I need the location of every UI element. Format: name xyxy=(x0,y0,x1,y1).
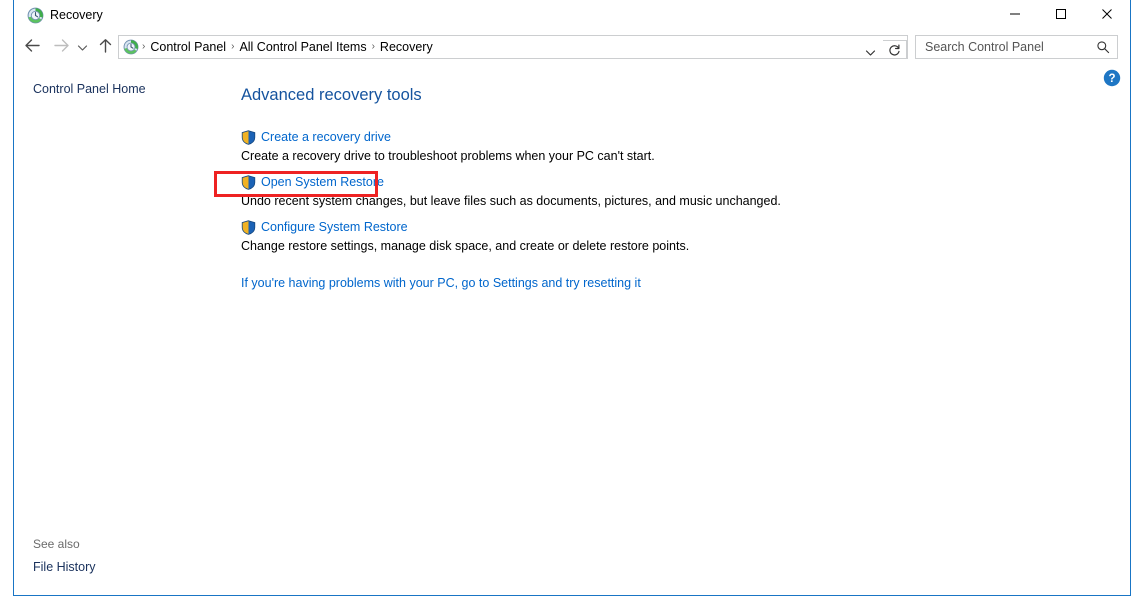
minimize-button[interactable] xyxy=(992,0,1038,31)
refresh-button[interactable] xyxy=(883,40,907,58)
link-configure-system-restore[interactable]: Configure System Restore xyxy=(261,220,408,234)
recovery-tool-configure-system-restore: Configure System Restore Change restore … xyxy=(241,218,689,253)
recovery-tool-open-system-restore: Open System Restore Undo recent system c… xyxy=(241,173,781,208)
content-area: Control Panel Home See also File History… xyxy=(14,64,1130,595)
uac-shield-icon xyxy=(241,219,256,235)
link-create-a-recovery-drive[interactable]: Create a recovery drive xyxy=(261,130,391,144)
breadcrumb-all-control-panel-items[interactable]: All Control Panel Items xyxy=(235,36,370,58)
back-button[interactable] xyxy=(20,35,44,59)
tool-description: Undo recent system changes, but leave fi… xyxy=(241,194,781,208)
tool-description: Create a recovery drive to troubleshoot … xyxy=(241,149,655,163)
uac-shield-icon xyxy=(241,129,256,145)
see-also-heading: See also xyxy=(33,537,80,551)
tool-description: Change restore settings, manage disk spa… xyxy=(241,239,690,253)
breadcrumb-recovery[interactable]: Recovery xyxy=(376,36,437,58)
sidebar-item-file-history[interactable]: File History xyxy=(33,560,96,574)
link-reset-pc-settings[interactable]: If you're having problems with your PC, … xyxy=(241,276,641,290)
search-icon[interactable] xyxy=(1096,40,1110,54)
up-button[interactable] xyxy=(93,35,117,59)
close-icon xyxy=(1101,8,1113,23)
chevron-down-icon xyxy=(865,45,876,59)
page-title: Advanced recovery tools xyxy=(241,86,422,104)
main-panel: ? Advanced recovery tools Create a recov… xyxy=(227,64,1130,595)
close-button[interactable] xyxy=(1084,0,1130,31)
breadcrumb-control-panel[interactable]: Control Panel xyxy=(146,36,230,58)
window-controls xyxy=(992,0,1130,31)
forward-arrow-icon xyxy=(53,38,70,56)
recent-locations-chevron-icon xyxy=(77,40,88,55)
search-box[interactable] xyxy=(915,35,1118,59)
recovery-tool-create-drive: Create a recovery drive Create a recover… xyxy=(241,128,655,163)
tool-link-row[interactable]: Configure System Restore xyxy=(241,218,689,236)
uac-shield-icon xyxy=(241,174,256,190)
address-dropdown-button[interactable] xyxy=(859,40,881,59)
sidebar-item-control-panel-home[interactable]: Control Panel Home xyxy=(33,82,146,96)
maximize-button[interactable] xyxy=(1038,0,1084,31)
address-bar[interactable]: › Control Panel › All Control Panel Item… xyxy=(118,35,908,59)
recovery-window: Recovery › Control Panel › All Control P… xyxy=(13,0,1131,596)
link-open-system-restore[interactable]: Open System Restore xyxy=(261,175,384,189)
forward-button[interactable] xyxy=(49,35,73,59)
svg-text:?: ? xyxy=(1108,73,1115,85)
help-icon: ? xyxy=(1103,69,1121,90)
recent-locations-button[interactable] xyxy=(74,35,90,59)
search-input[interactable] xyxy=(923,39,1096,55)
maximize-icon xyxy=(1055,8,1067,23)
title-bar: Recovery xyxy=(14,0,1130,31)
help-button[interactable]: ? xyxy=(1103,69,1121,87)
refresh-icon xyxy=(888,44,901,58)
tool-link-row[interactable]: Open System Restore xyxy=(241,173,781,191)
recovery-icon xyxy=(27,7,44,24)
sidebar: Control Panel Home See also File History xyxy=(14,64,227,595)
tool-link-row[interactable]: Create a recovery drive xyxy=(241,128,655,146)
navigation-bar: › Control Panel › All Control Panel Item… xyxy=(14,31,1130,64)
address-recovery-icon xyxy=(123,39,139,55)
window-title: Recovery xyxy=(50,8,103,22)
back-arrow-icon xyxy=(24,38,41,56)
up-arrow-icon xyxy=(98,38,113,57)
minimize-icon xyxy=(1009,8,1021,23)
